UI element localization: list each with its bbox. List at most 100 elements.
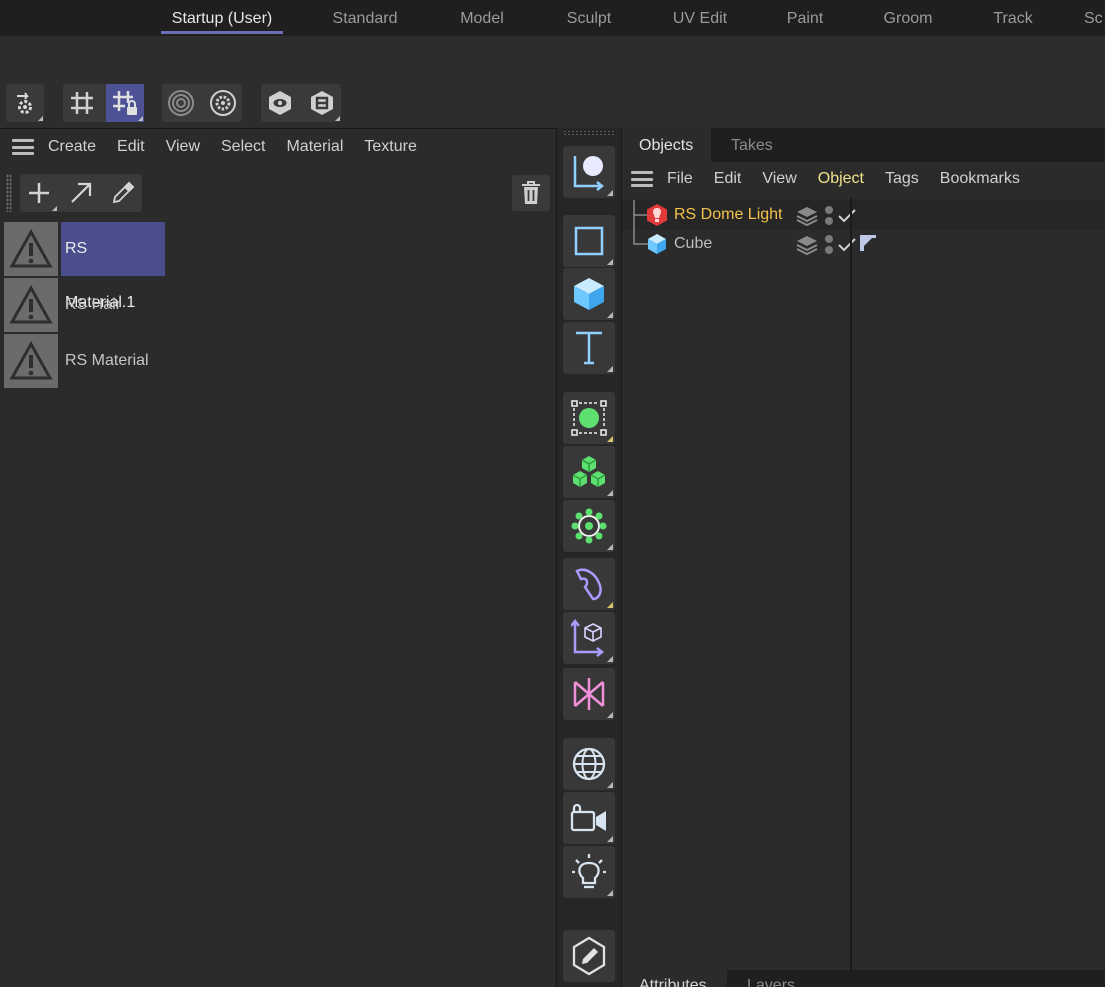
object-menu-bookmarks[interactable]: Bookmarks bbox=[940, 170, 1020, 188]
layout-tab-startup-user[interactable]: Startup (User) bbox=[161, 0, 283, 36]
object-menu-file[interactable]: File bbox=[667, 170, 693, 188]
layers-icon[interactable] bbox=[796, 235, 818, 255]
grid-lock-icon bbox=[113, 91, 137, 115]
cube-button[interactable] bbox=[563, 268, 615, 320]
camera-icon bbox=[570, 803, 606, 832]
tab-takes[interactable]: Takes bbox=[714, 128, 790, 162]
object-name-cube[interactable]: Cube bbox=[674, 235, 712, 253]
radar-button[interactable] bbox=[162, 84, 200, 122]
gear-nodes-button[interactable] bbox=[563, 500, 615, 552]
layout-tab-standard[interactable]: Standard bbox=[325, 0, 405, 36]
layout-tab-sc[interactable]: Sc bbox=[1084, 0, 1105, 36]
new-material-button[interactable] bbox=[20, 174, 58, 212]
gear-nodes-icon bbox=[571, 508, 607, 544]
globe-button[interactable] bbox=[563, 738, 615, 790]
mograph-cloner-button[interactable] bbox=[563, 392, 615, 444]
material-menu-texture[interactable]: Texture bbox=[364, 138, 416, 156]
arrow-diagonal-icon bbox=[71, 182, 92, 203]
cubes-stack-icon bbox=[572, 456, 606, 487]
object-name-dome-light[interactable]: RS Dome Light bbox=[674, 206, 783, 224]
material-menu-material[interactable]: Material bbox=[286, 138, 343, 156]
warning-triangle-icon bbox=[9, 340, 53, 379]
dome-light-icon bbox=[647, 204, 667, 226]
tab-attributes[interactable]: Attributes bbox=[622, 970, 727, 987]
layout-bar: Startup (User) Standard Model Sculpt UV … bbox=[0, 0, 1105, 36]
phong-tag-icon[interactable] bbox=[858, 233, 878, 253]
object-menu-object[interactable]: Object bbox=[818, 170, 864, 188]
material-name[interactable]: RS Material.1 bbox=[61, 221, 165, 311]
radar-icon bbox=[168, 90, 194, 116]
tab-objects[interactable]: Objects bbox=[622, 128, 711, 162]
object-menu-tags[interactable]: Tags bbox=[885, 170, 919, 188]
material-name[interactable]: RS Hair bbox=[61, 278, 125, 332]
material-name[interactable]: RS Material bbox=[61, 334, 153, 388]
object-axis-icon bbox=[571, 618, 605, 657]
material-thumbnail[interactable] bbox=[4, 277, 58, 332]
object-palette bbox=[557, 128, 621, 987]
tab-layers[interactable]: Layers bbox=[730, 970, 812, 987]
edit-pencil-button[interactable] bbox=[563, 930, 615, 982]
visibility-dots-icon[interactable] bbox=[823, 205, 837, 227]
render-settings-button[interactable] bbox=[6, 84, 44, 122]
grid-lock-button[interactable] bbox=[106, 84, 144, 122]
object-axis-button[interactable] bbox=[563, 612, 615, 664]
layers-icon[interactable] bbox=[796, 206, 818, 226]
material-menu-create[interactable]: Create bbox=[48, 138, 96, 156]
snap-settings-button[interactable] bbox=[204, 84, 242, 122]
layout-tab-paint[interactable]: Paint bbox=[778, 0, 832, 36]
enabled-check-icon[interactable] bbox=[838, 237, 856, 253]
material-item[interactable]: RS Material.1 bbox=[4, 221, 165, 311]
material-thumbnail[interactable] bbox=[4, 221, 58, 276]
attributes-tabs: Attributes Layers bbox=[621, 970, 1105, 987]
coordinate-system-button[interactable] bbox=[563, 146, 615, 198]
trash-icon bbox=[522, 181, 540, 204]
layout-tab-model[interactable]: Model bbox=[449, 0, 515, 36]
material-menu-edit[interactable]: Edit bbox=[117, 138, 145, 156]
object-menu-bar: File Edit View Object Tags Bookmarks bbox=[631, 162, 1041, 196]
grid-icon bbox=[71, 92, 93, 114]
object-manager-tabs: Objects Takes bbox=[622, 128, 1105, 162]
square-spline-button[interactable] bbox=[563, 215, 615, 267]
visibility-dots-icon[interactable] bbox=[823, 234, 837, 256]
layer-badge-icon bbox=[311, 91, 333, 115]
hamburger-menu-icon[interactable] bbox=[631, 171, 653, 187]
grid-button[interactable] bbox=[63, 84, 101, 122]
material-menu-view[interactable]: View bbox=[166, 138, 200, 156]
layout-tab-groom[interactable]: Groom bbox=[875, 0, 941, 36]
warning-triangle-icon bbox=[9, 284, 53, 323]
enabled-check-icon[interactable] bbox=[838, 208, 856, 224]
toolbar-grip[interactable] bbox=[6, 174, 12, 212]
object-manager: Objects Takes File Edit View Object Tags… bbox=[621, 128, 1105, 970]
material-menu-select[interactable]: Select bbox=[221, 138, 265, 156]
tree-tag-divider[interactable] bbox=[850, 198, 852, 970]
tree-row-cube[interactable]: Cube bbox=[622, 229, 1105, 259]
eyedropper-button[interactable] bbox=[104, 174, 142, 212]
object-menu-view[interactable]: View bbox=[762, 170, 796, 188]
square-icon bbox=[574, 226, 604, 256]
material-thumbnail[interactable] bbox=[4, 333, 58, 388]
tree-row-dome-light[interactable]: RS Dome Light bbox=[622, 200, 1105, 230]
eye-badge-icon bbox=[269, 91, 291, 115]
object-visibility-controls bbox=[796, 234, 856, 256]
apply-material-button[interactable] bbox=[62, 174, 100, 212]
material-item[interactable]: RS Material bbox=[4, 333, 153, 388]
cubes-stack-button[interactable] bbox=[563, 446, 615, 498]
hamburger-menu-icon[interactable] bbox=[12, 139, 34, 155]
light-button[interactable] bbox=[563, 846, 615, 898]
view-badge-button[interactable] bbox=[261, 84, 299, 122]
globe-icon bbox=[572, 747, 606, 781]
material-item[interactable]: RS Hair bbox=[4, 277, 125, 332]
camera-button[interactable] bbox=[563, 792, 615, 844]
layer-badge-button[interactable] bbox=[303, 84, 341, 122]
effector-icon bbox=[573, 678, 605, 710]
delete-material-button[interactable] bbox=[512, 175, 550, 211]
deformer-bend-button[interactable] bbox=[563, 558, 615, 610]
palette-grip[interactable] bbox=[563, 130, 615, 135]
layout-tab-track[interactable]: Track bbox=[986, 0, 1040, 36]
effector-button[interactable] bbox=[563, 668, 615, 720]
object-menu-edit[interactable]: Edit bbox=[714, 170, 742, 188]
layout-tab-sculpt[interactable]: Sculpt bbox=[558, 0, 620, 36]
text-spline-button[interactable] bbox=[563, 322, 615, 374]
layout-tab-uv-edit[interactable]: UV Edit bbox=[664, 0, 736, 36]
toolbar-group-view bbox=[261, 84, 341, 122]
